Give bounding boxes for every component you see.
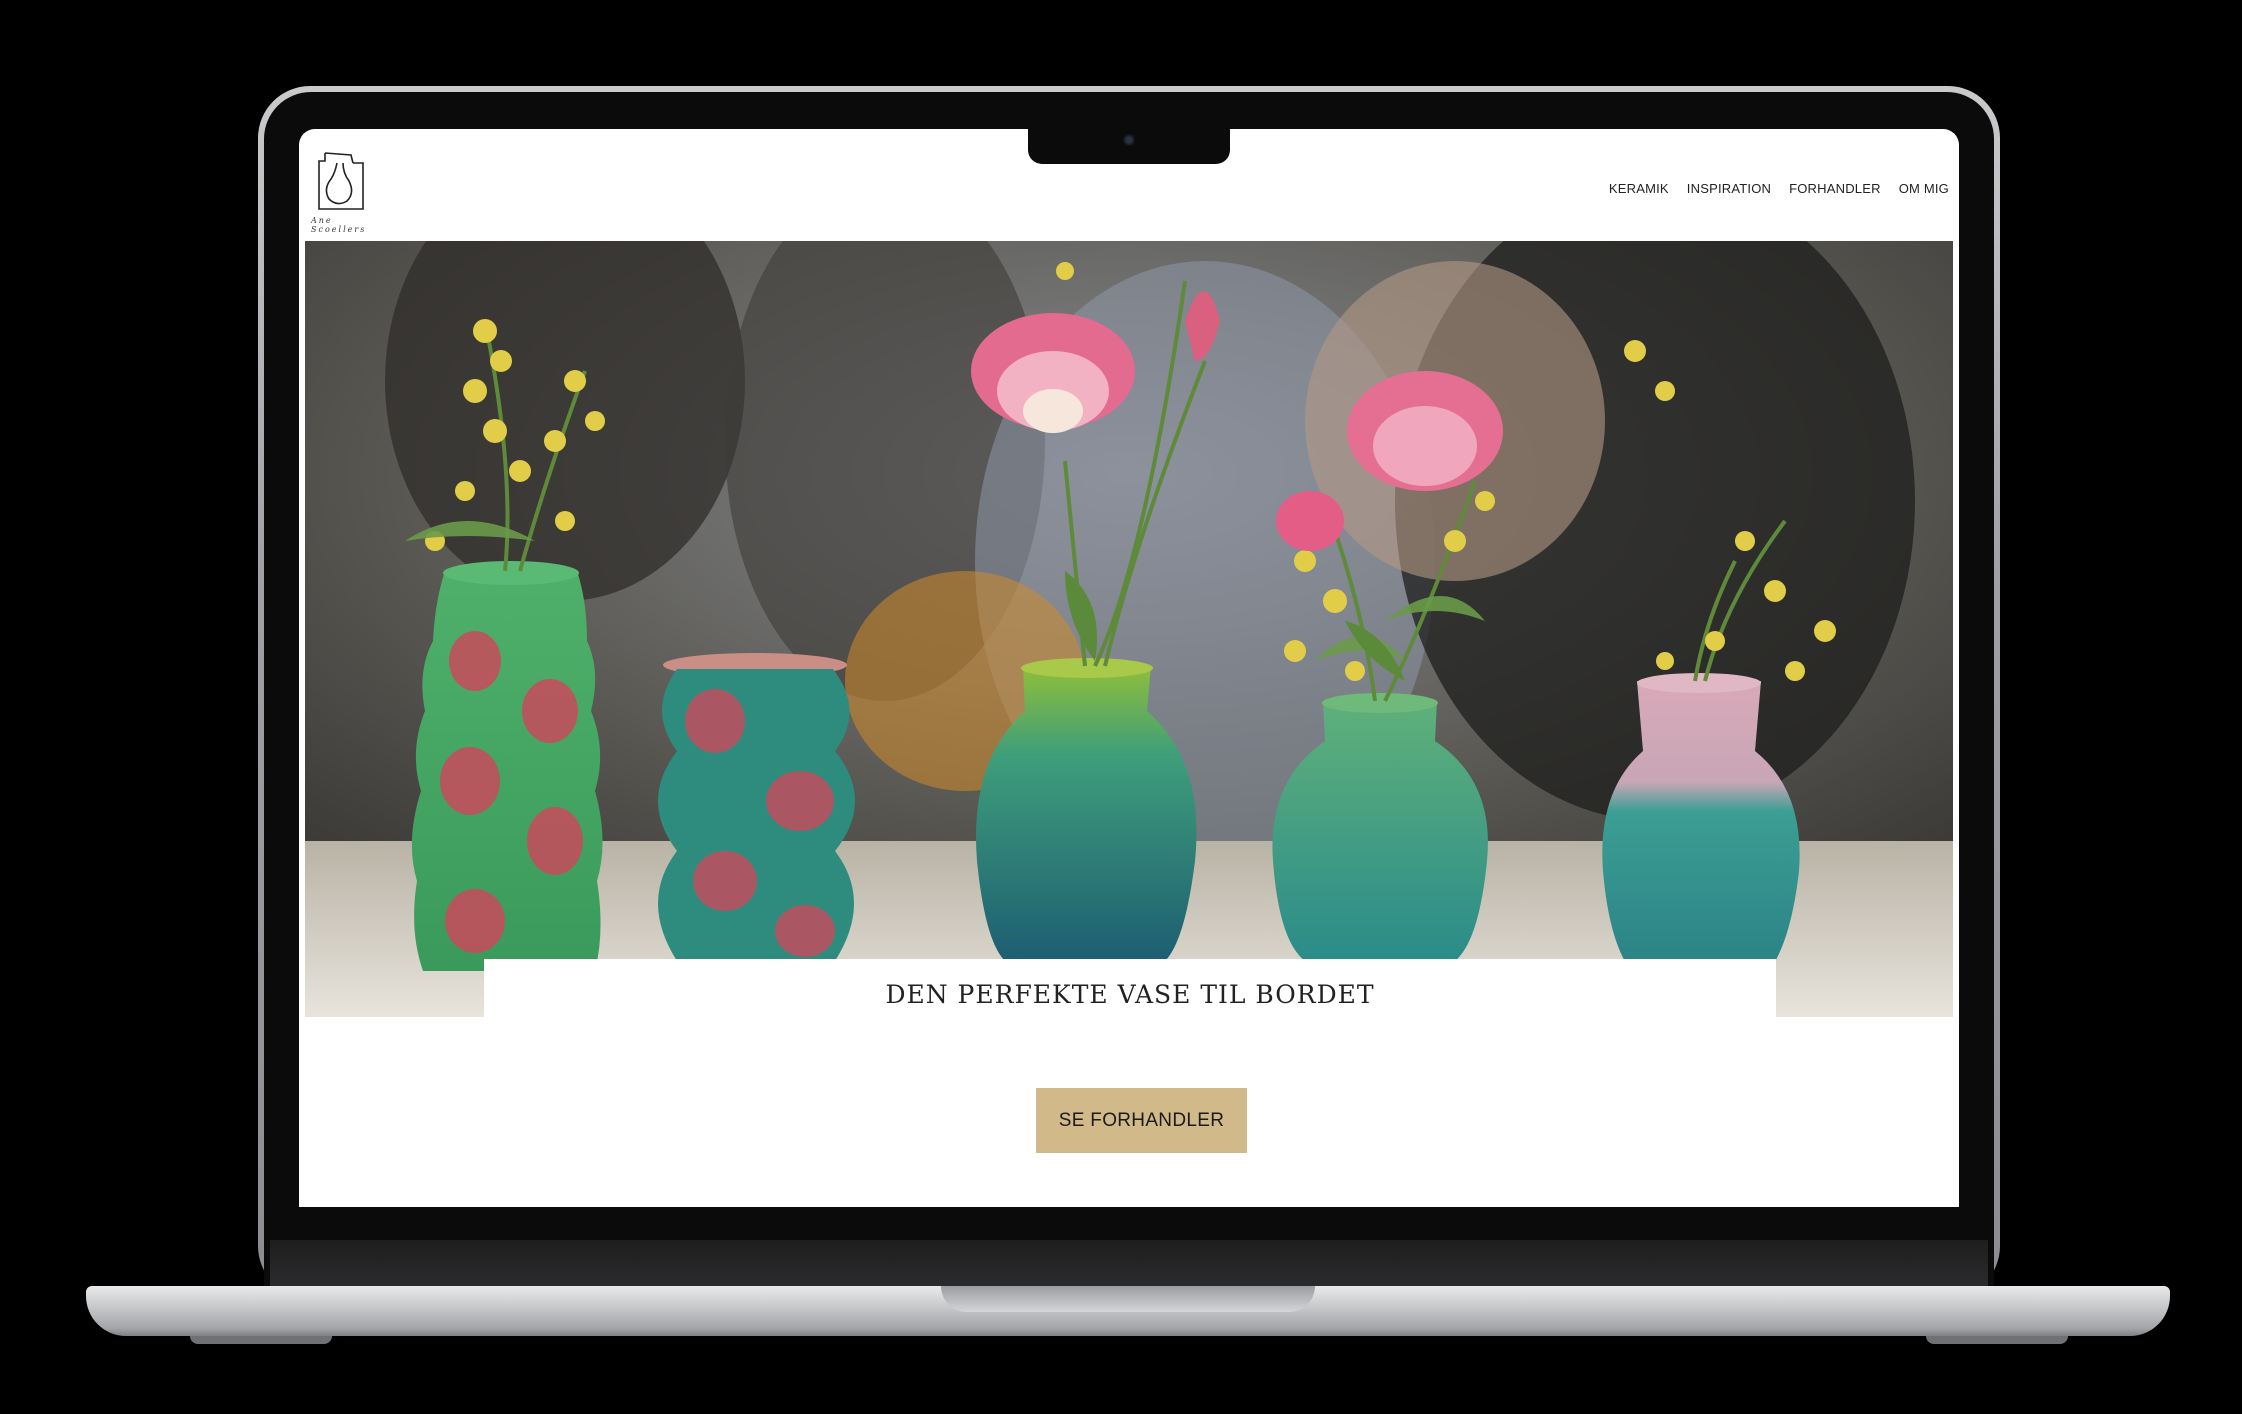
hero-image <box>305 241 1953 1017</box>
nav-item-keramik[interactable]: KERAMIK <box>1609 181 1669 196</box>
camera-icon <box>1123 134 1135 146</box>
laptop-foot-right <box>1926 1336 2068 1344</box>
camera-notch <box>1028 128 1230 164</box>
vases-illustration <box>305 241 1953 1017</box>
nav-item-om-mig[interactable]: OM MIG <box>1899 181 1949 196</box>
vase-logo-icon <box>318 152 364 210</box>
nav-item-inspiration[interactable]: INSPIRATION <box>1687 181 1771 196</box>
hero-caption: DEN PERFEKTE VASE TIL BORDET <box>885 979 1375 1009</box>
screen-chin <box>270 1240 1988 1290</box>
se-forhandler-button[interactable]: SE FORHANDLER <box>1036 1088 1247 1153</box>
nav-item-forhandler[interactable]: FORHANDLER <box>1789 181 1881 196</box>
logo-text: Ane Scoellers <box>311 216 367 234</box>
laptop-foot-left <box>190 1336 332 1344</box>
main-nav: KERAMIK INSPIRATION FORHANDLER OM MIG <box>1609 181 1949 196</box>
laptop-base <box>86 1286 2170 1336</box>
base-groove <box>941 1286 1315 1312</box>
browser-viewport: Ane Scoellers KERAMIK INSPIRATION FORHAN… <box>299 129 1959 1207</box>
hero-caption-box: DEN PERFEKTE VASE TIL BORDET <box>484 959 1776 1029</box>
